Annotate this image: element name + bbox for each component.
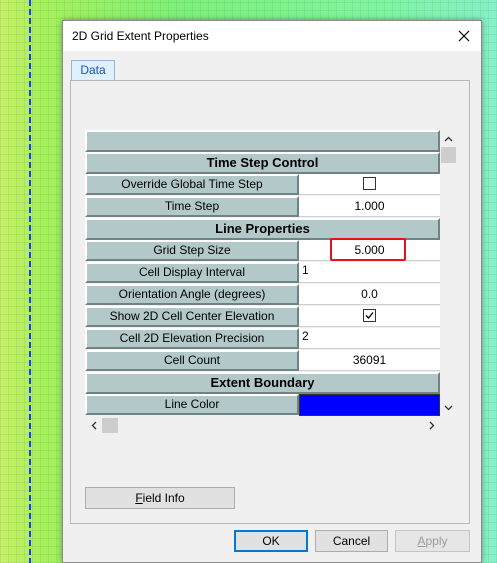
row-grid-step-size: Grid Step Size 5.000 <box>85 238 440 262</box>
highlight-annotation <box>330 238 406 261</box>
row-time-step: Time Step 1.000 <box>85 196 440 218</box>
time-step-field[interactable]: 1.000 <box>299 196 440 217</box>
tab-panel-data: Time Step Control Override Global Time S… <box>70 80 470 524</box>
chevron-down-icon <box>444 405 453 410</box>
dialog-title: 2D Grid Extent Properties <box>72 29 209 43</box>
show-2d-cell-center-elevation-value <box>299 306 440 327</box>
row-orientation-angle: Orientation Angle (degrees) 0.0 <box>85 284 440 306</box>
field-info-button[interactable]: Field Info <box>85 487 235 509</box>
property-label: Orientation Angle (degrees) <box>85 284 299 305</box>
cell-display-interval-field[interactable]: 1 <box>299 262 440 283</box>
horizontal-scroll-thumb[interactable] <box>102 418 118 433</box>
title-bar[interactable]: 2D Grid Extent Properties <box>63 21 481 51</box>
row-cell-display-interval: Cell Display Interval 1 <box>85 262 440 284</box>
section-line-properties: Line Properties <box>85 218 440 240</box>
row-show-2d-cell-center-elevation: Show 2D Cell Center Elevation <box>85 306 440 328</box>
section-extent-boundary: Extent Boundary <box>85 372 440 394</box>
cell-count-value: 36091 <box>299 350 440 371</box>
line-color-swatch[interactable] <box>299 394 440 416</box>
section-time-step-control: Time Step Control <box>85 152 440 174</box>
cell-2d-elevation-precision-field[interactable]: 2 <box>299 328 440 349</box>
vertical-scrollbar[interactable] <box>440 130 457 416</box>
background-grid-line <box>29 0 31 563</box>
property-label: Cell Display Interval <box>85 262 299 283</box>
field-info-mnemonic: F <box>135 491 143 505</box>
cancel-button[interactable]: Cancel <box>315 530 388 552</box>
property-label: Show 2D Cell Center Elevation <box>85 306 299 327</box>
scroll-down-button[interactable] <box>440 399 457 416</box>
orientation-angle-field[interactable]: 0.0 <box>299 284 440 305</box>
property-label: Time Step <box>85 196 299 217</box>
vertical-scroll-thumb[interactable] <box>441 147 456 163</box>
apply-label: pply <box>425 534 448 548</box>
apply-button[interactable]: Apply <box>395 530 470 552</box>
scroll-up-button[interactable] <box>440 130 457 147</box>
chevron-up-icon <box>444 136 453 141</box>
override-global-time-step-checkbox[interactable] <box>363 177 376 191</box>
show-2d-cell-center-elevation-checkbox[interactable] <box>363 309 376 323</box>
property-label: Grid Step Size <box>85 240 299 261</box>
property-label: Override Global Time Step <box>85 174 299 195</box>
chevron-right-icon <box>429 421 434 430</box>
checkmark-icon <box>365 312 374 320</box>
row-cell-2d-elevation-precision: Cell 2D Elevation Precision 2 <box>85 328 440 350</box>
grid-step-size-field[interactable]: 5.000 <box>299 238 440 261</box>
chevron-left-icon <box>91 421 96 430</box>
horizontal-scrollbar[interactable] <box>85 417 440 434</box>
apply-mnemonic: A <box>417 534 426 548</box>
row-cell-count: Cell Count 36091 <box>85 350 440 372</box>
property-grid: Time Step Control Override Global Time S… <box>85 130 469 440</box>
ok-button[interactable]: OK <box>234 530 308 552</box>
override-global-time-step-value <box>299 174 440 195</box>
property-label: Cell Count <box>85 350 299 371</box>
grid-header-row <box>85 130 440 152</box>
tab-data[interactable]: Data <box>71 60 115 81</box>
field-info-label: ield Info <box>142 491 185 505</box>
property-label: Line Color <box>85 394 299 415</box>
row-override-global-time-step: Override Global Time Step <box>85 174 440 196</box>
close-button[interactable] <box>447 21 481 51</box>
row-line-color: Line Color <box>85 394 440 416</box>
grid-extent-properties-dialog: 2D Grid Extent Properties Data Time Step… <box>62 20 482 563</box>
scroll-right-button[interactable] <box>423 417 440 434</box>
close-icon <box>458 30 470 42</box>
scroll-left-button[interactable] <box>85 417 102 434</box>
property-label: Cell 2D Elevation Precision <box>85 328 299 349</box>
